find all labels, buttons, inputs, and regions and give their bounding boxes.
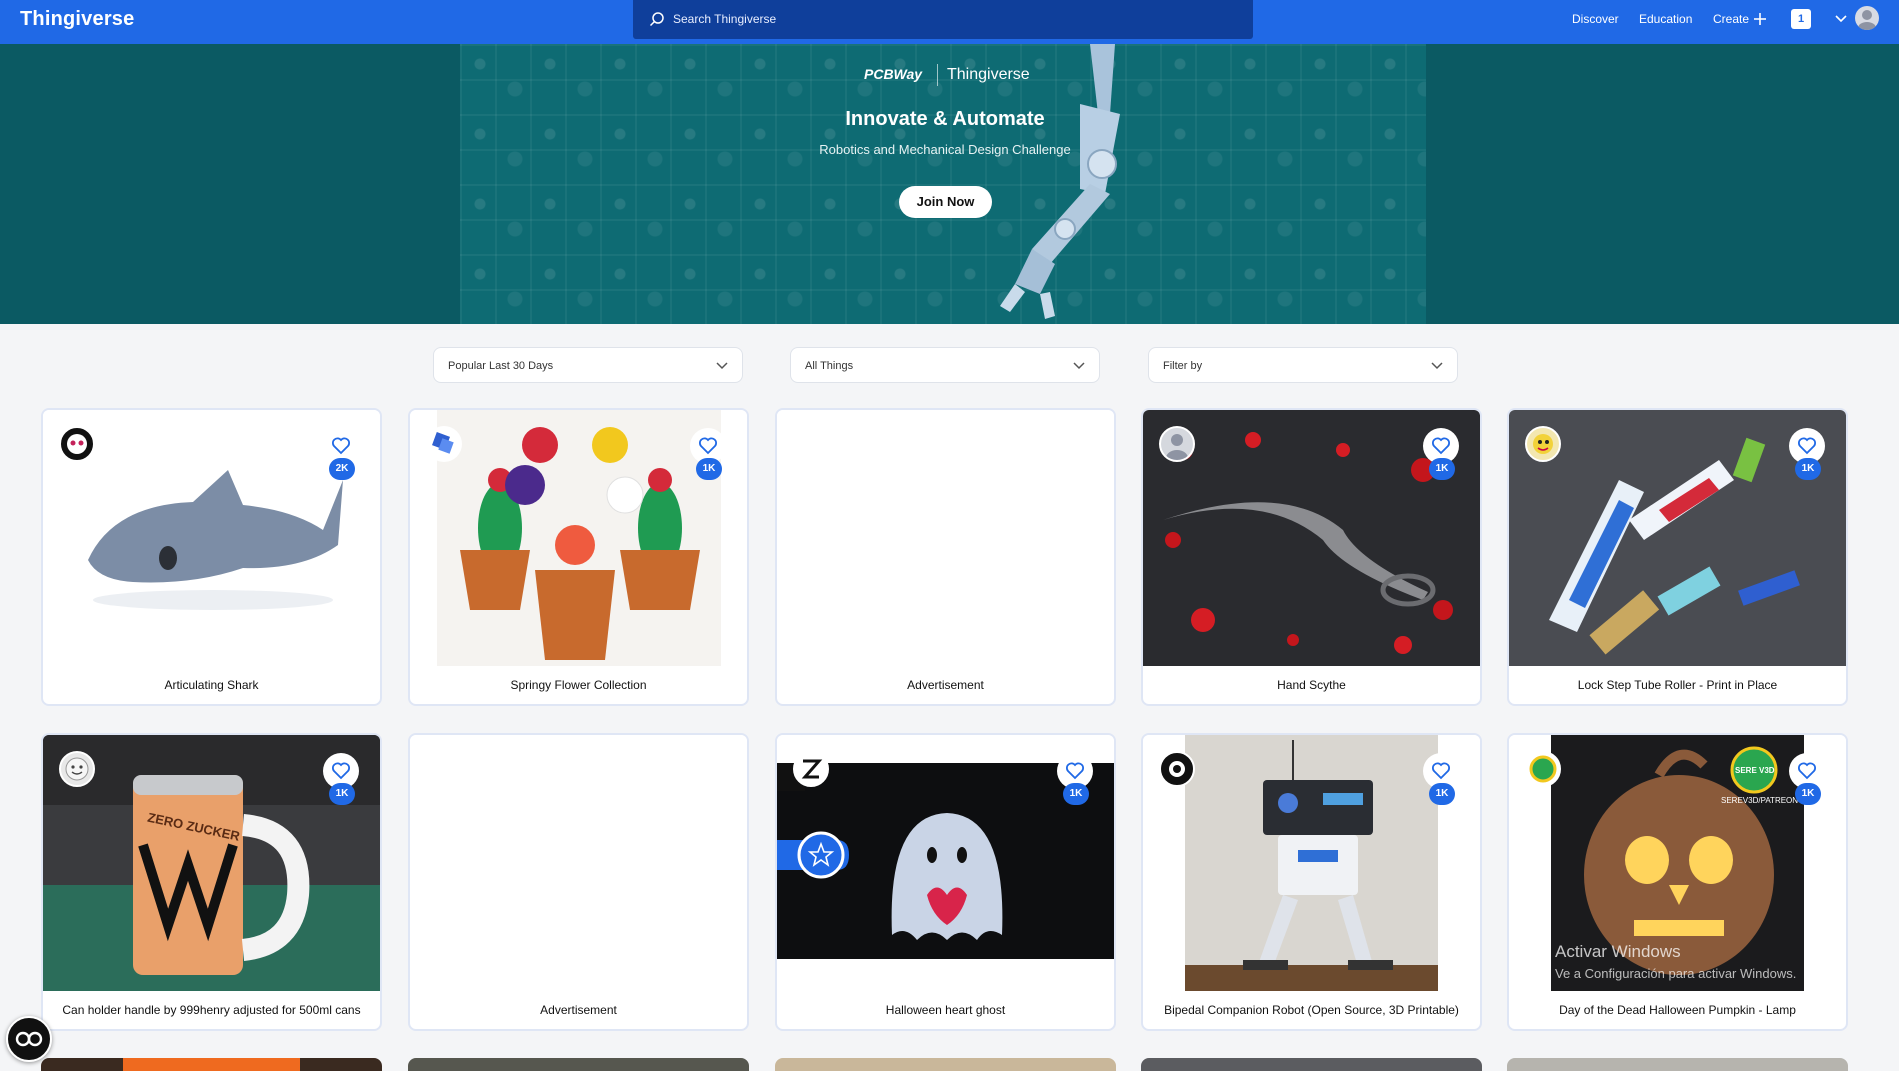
top-navbar: Thingiverse Discover Education Create 1 xyxy=(0,0,1899,44)
category-dropdown-value: All Things xyxy=(805,360,854,372)
search-icon xyxy=(649,12,664,27)
creator-tag-text: SERE V3D xyxy=(1735,766,1775,775)
thing-title[interactable]: Hand Scythe xyxy=(1143,678,1480,692)
thing-title[interactable]: Springy Flower Collection xyxy=(410,678,747,692)
heart-icon xyxy=(332,437,350,455)
nav-discover[interactable]: Discover xyxy=(1572,12,1619,26)
join-now-button[interactable]: Join Now xyxy=(899,186,992,218)
advertisement-card: Advertisement xyxy=(775,408,1116,706)
thing-title[interactable]: Articulating Shark xyxy=(43,678,380,692)
chevron-down-icon[interactable] xyxy=(1834,14,1848,24)
thing-card-halloween-heart-ghost[interactable]: 1K Halloween heart ghost xyxy=(775,733,1116,1031)
like-count: 1K xyxy=(329,783,355,805)
creator-avatar[interactable] xyxy=(59,426,95,462)
thing-card-partial[interactable] xyxy=(408,1058,749,1071)
search-input[interactable] xyxy=(673,9,1233,29)
creator-avatar[interactable] xyxy=(59,751,95,787)
thingiverse-logo[interactable]: Thingiverse xyxy=(20,8,134,31)
thing-title[interactable]: Bipedal Companion Robot (Open Source, 3D… xyxy=(1143,1003,1480,1017)
logo-divider xyxy=(937,64,938,86)
thing-card-partial[interactable] xyxy=(775,1058,1116,1071)
chevron-down-icon xyxy=(1431,362,1443,370)
thing-title[interactable]: Can holder handle by 999henry adjusted f… xyxy=(43,1003,380,1017)
glasses-icon xyxy=(15,1031,43,1047)
thing-card-springy-flower-collection[interactable]: 1K Springy Flower Collection xyxy=(408,408,749,706)
windows-activation-watermark: Activar Windows xyxy=(1555,942,1681,961)
like-count: 1K xyxy=(1429,458,1455,480)
user-avatar[interactable] xyxy=(1855,6,1879,30)
heart-icon xyxy=(1432,762,1450,780)
heart-icon xyxy=(1432,437,1450,455)
accessibility-button[interactable] xyxy=(6,1016,52,1062)
chevron-down-icon xyxy=(1073,362,1085,370)
advertisement-card: Advertisement xyxy=(408,733,749,1031)
thing-card-partial[interactable] xyxy=(1507,1058,1848,1071)
filter-by-dropdown[interactable]: Filter by xyxy=(1148,347,1458,383)
filter-by-dropdown-value: Filter by xyxy=(1163,360,1203,372)
sort-dropdown[interactable]: Popular Last 30 Days xyxy=(433,347,743,383)
hero-title: Innovate & Automate xyxy=(845,108,1045,130)
ad-slot[interactable] xyxy=(410,735,747,991)
creator-avatar[interactable] xyxy=(1159,426,1195,462)
creator-avatar[interactable] xyxy=(1525,751,1561,787)
patreon-text: SEREV3D/PATREON xyxy=(1721,796,1798,805)
heart-icon xyxy=(699,437,717,455)
hero-partner-logos: PCBWay Thingiverse xyxy=(864,64,1044,86)
thing-title[interactable]: Day of the Dead Halloween Pumpkin - Lamp xyxy=(1509,1003,1846,1017)
thingiverse-partner-logo: Thingiverse xyxy=(947,66,1030,83)
like-count: 1K xyxy=(696,458,722,480)
robot-arm-illustration xyxy=(1000,44,1120,319)
thing-card-partial[interactable] xyxy=(1141,1058,1482,1071)
thing-card-can-holder-handle[interactable]: ZERO ZUCKER 1K Can holder handle by 999h… xyxy=(41,733,382,1031)
thing-card-partial[interactable] xyxy=(41,1058,382,1071)
heart-icon xyxy=(332,762,350,780)
heart-icon xyxy=(1798,437,1816,455)
nav-create[interactable]: Create xyxy=(1713,12,1749,26)
windows-activation-hint: Ve a Configuración para activar Windows. xyxy=(1555,966,1797,981)
thing-title[interactable]: Lock Step Tube Roller - Print in Place xyxy=(1509,678,1846,692)
like-count: 1K xyxy=(1795,783,1821,805)
creator-avatar[interactable] xyxy=(1525,426,1561,462)
hero-subtitle: Robotics and Mechanical Design Challenge xyxy=(819,142,1071,157)
creator-avatar[interactable] xyxy=(1159,751,1195,787)
chevron-down-icon xyxy=(716,362,728,370)
ad-slot[interactable] xyxy=(777,410,1114,666)
like-count: 1K xyxy=(1795,458,1821,480)
thing-card-hand-scythe[interactable]: 1K Hand Scythe xyxy=(1141,408,1482,706)
like-count: 2K xyxy=(329,458,355,480)
thing-card-bipedal-companion-robot[interactable]: 1K Bipedal Companion Robot (Open Source,… xyxy=(1141,733,1482,1031)
thing-title[interactable]: Halloween heart ghost xyxy=(777,1003,1114,1017)
plus-icon[interactable] xyxy=(1752,11,1768,27)
category-dropdown[interactable]: All Things xyxy=(790,347,1100,383)
like-count: 1K xyxy=(1063,783,1089,805)
heart-icon xyxy=(1066,762,1084,780)
sort-dropdown-value: Popular Last 30 Days xyxy=(448,360,554,372)
thing-card-articulating-shark[interactable]: 2K Articulating Shark xyxy=(41,408,382,706)
ad-label: Advertisement xyxy=(907,678,984,692)
pcbway-logo: PCBWay xyxy=(864,66,923,82)
creator-avatar[interactable] xyxy=(426,426,462,462)
search-bar[interactable] xyxy=(633,0,1253,39)
thing-card-day-of-the-dead-pumpkin[interactable]: SERE V3D SEREV3D/PATREON 1K Day of the D… xyxy=(1507,733,1848,1031)
heart-icon xyxy=(1798,762,1816,780)
notification-badge[interactable]: 1 xyxy=(1791,9,1811,29)
thing-card-lock-step-tube-roller[interactable]: 1K Lock Step Tube Roller - Print in Plac… xyxy=(1507,408,1848,706)
creator-avatar[interactable] xyxy=(793,751,829,787)
ad-label: Advertisement xyxy=(540,1003,617,1017)
like-count: 1K xyxy=(1429,783,1455,805)
nav-education[interactable]: Education xyxy=(1639,12,1692,26)
